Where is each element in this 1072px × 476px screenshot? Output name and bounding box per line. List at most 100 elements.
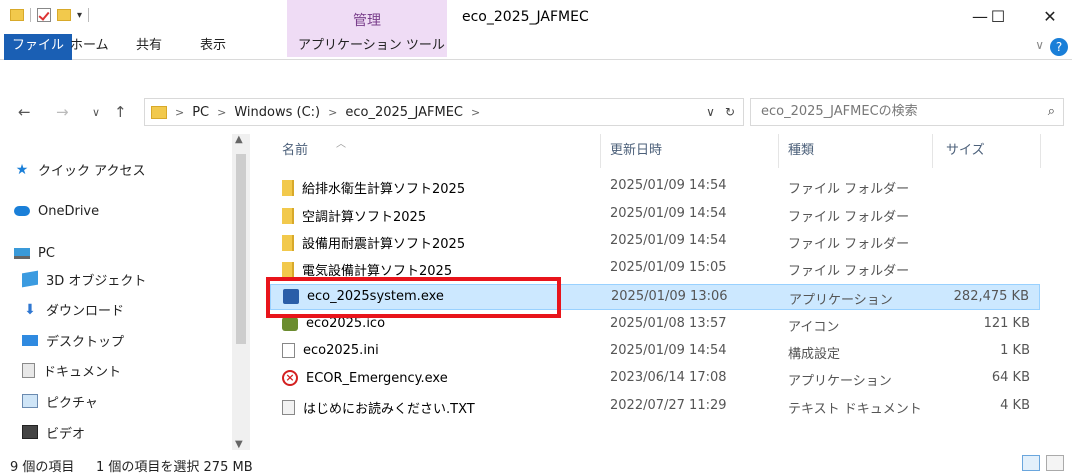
breadcrumb-separator: >	[217, 105, 227, 119]
file-name: 空調計算ソフト2025	[302, 210, 427, 225]
pc-icon	[14, 247, 30, 259]
status-bar: 9 個の項目 1 個の項目を選択 275 MB	[0, 452, 1072, 476]
nav-item-pictures[interactable]: ピクチャ	[22, 390, 98, 412]
list-item[interactable]: × ECOR_Emergency.exe 2023/06/14 17:08 アプリ…	[270, 366, 1040, 392]
file-type: アイコン	[788, 320, 840, 335]
nav-item-label: ダウンロード	[46, 303, 125, 319]
scroll-down-icon[interactable]: ▼	[235, 439, 243, 450]
expand-ribbon-icon[interactable]: ∨	[1035, 38, 1044, 52]
navigation-pane: ★ クイック アクセス OneDrive PC 3D オブジェクト ⬇ ダウンロ…	[0, 134, 232, 450]
separator	[30, 8, 31, 22]
breadcrumb-drive[interactable]: Windows (C:)	[234, 105, 320, 120]
nav-item-onedrive[interactable]: OneDrive	[14, 200, 99, 222]
nav-item-label: クイック アクセス	[38, 163, 146, 179]
address-history-dropdown-icon[interactable]: ∨	[706, 105, 715, 119]
tab-home[interactable]: ホーム	[62, 34, 117, 60]
address-bar[interactable]: > PC > Windows (C:) > eco_2025_JAFMEC > …	[144, 98, 744, 126]
file-type: ファイル フォルダー	[788, 264, 910, 279]
nav-item-desktop[interactable]: デスクトップ	[22, 329, 124, 351]
title-bar: ▾ 管理 eco_2025_JAFMEC — ☐ ✕	[0, 0, 1072, 57]
nav-item-3d-objects[interactable]: 3D オブジェクト	[22, 268, 146, 290]
list-item[interactable]: はじめにお読みください.TXT 2022/07/27 11:29 テキスト ドキ…	[270, 394, 1040, 420]
scroll-thumb[interactable]	[236, 154, 246, 344]
nav-item-label: ピクチャ	[46, 395, 98, 411]
back-button[interactable]: ←	[18, 103, 31, 121]
file-type: ファイル フォルダー	[788, 237, 910, 252]
ribbon-tabs: ファイル ホーム 共有 表示 アプリケーション ツール ∨ ?	[0, 34, 1072, 60]
file-date: 2025/01/08 13:57	[610, 316, 727, 331]
separator	[88, 8, 90, 22]
item-count: 9 個の項目	[10, 460, 75, 475]
folder-icon	[282, 234, 294, 251]
column-header-name[interactable]: 名前	[282, 134, 308, 168]
file-name: 給排水衛生計算ソフト2025	[302, 182, 466, 197]
customize-dropdown-icon[interactable]: ▾	[77, 10, 82, 21]
selection-info: 1 個の項目を選択 275 MB	[96, 460, 253, 475]
refresh-icon[interactable]: ↻	[725, 105, 735, 119]
new-folder-icon[interactable]	[57, 9, 71, 21]
column-header-size[interactable]: サイズ	[946, 134, 985, 168]
ico-file-icon	[282, 316, 298, 331]
maximize-button[interactable]: ☐	[978, 4, 1018, 30]
folder-icon	[282, 179, 294, 196]
help-icon[interactable]: ?	[1050, 38, 1068, 56]
nav-scrollbar[interactable]: ▲ ▼	[232, 134, 250, 450]
nav-item-quick-access[interactable]: ★ クイック アクセス	[14, 158, 146, 180]
list-item[interactable]: 設備用耐震計算ソフト2025 2025/01/09 14:54 ファイル フォル…	[270, 229, 1040, 255]
download-icon: ⬇	[24, 302, 36, 318]
document-icon	[22, 362, 35, 378]
nav-item-label: PC	[38, 245, 55, 261]
breadcrumb-pc[interactable]: PC	[192, 105, 209, 120]
list-item[interactable]: 空調計算ソフト2025 2025/01/09 14:54 ファイル フォルダー	[270, 202, 1040, 228]
up-button[interactable]: ↑	[114, 103, 127, 121]
tab-view[interactable]: 表示	[192, 34, 234, 60]
file-date: 2022/07/27 11:29	[610, 398, 727, 413]
list-item[interactable]: 給排水衛生計算ソフト2025 2025/01/09 14:54 ファイル フォル…	[270, 174, 1040, 200]
sort-ascending-icon: ︿	[336, 139, 346, 150]
tab-share[interactable]: 共有	[128, 34, 170, 60]
breadcrumb-separator: >	[175, 105, 185, 119]
column-header-type[interactable]: 種類	[788, 134, 814, 168]
file-date: 2025/01/09 14:54	[610, 233, 727, 248]
recent-locations-icon[interactable]: ∨	[92, 106, 100, 119]
column-divider[interactable]	[600, 134, 601, 168]
file-name: はじめにお読みください.TXT	[303, 402, 475, 417]
column-divider[interactable]	[1040, 134, 1041, 168]
properties-icon[interactable]	[37, 8, 51, 22]
column-header-date[interactable]: 更新日時	[610, 134, 662, 168]
nav-item-videos[interactable]: ビデオ	[22, 421, 85, 443]
nav-item-documents[interactable]: ドキュメント	[22, 359, 121, 381]
column-divider[interactable]	[778, 134, 779, 168]
text-file-icon	[282, 400, 295, 415]
nav-item-label: 3D オブジェクト	[46, 273, 147, 289]
breadcrumb-folder[interactable]: eco_2025_JAFMEC	[345, 105, 463, 120]
folder-icon[interactable]	[10, 9, 24, 21]
tab-application-tools[interactable]: アプリケーション ツール	[290, 34, 453, 60]
nav-item-downloads[interactable]: ⬇ ダウンロード	[22, 298, 124, 320]
file-name: eco2025.ico	[306, 316, 386, 331]
close-button[interactable]: ✕	[1030, 4, 1070, 30]
forward-button[interactable]: →	[56, 103, 69, 121]
file-size: 1 KB	[1000, 343, 1030, 358]
breadcrumb-separator: >	[328, 105, 338, 119]
nav-item-label: デスクトップ	[46, 334, 125, 350]
file-size: 4 KB	[1000, 398, 1030, 413]
star-icon: ★	[15, 162, 29, 178]
search-icon[interactable]: ⌕	[1048, 99, 1055, 125]
context-tab-label: 管理	[353, 13, 381, 29]
address-row: ← → ∨ ↑ > PC > Windows (C:) > eco_2025_J…	[0, 94, 1072, 130]
search-input[interactable]: eco_2025_JAFMECの検索 ⌕	[750, 98, 1064, 126]
nav-item-pc[interactable]: PC	[14, 242, 55, 264]
file-type: ファイル フォルダー	[788, 182, 910, 197]
cube-icon	[22, 270, 38, 288]
list-item[interactable]: eco2025.ini 2025/01/09 14:54 構成設定 1 KB	[270, 339, 1040, 365]
file-date: 2025/01/09 14:54	[610, 343, 727, 358]
folder-icon	[151, 105, 167, 119]
column-divider[interactable]	[932, 134, 933, 168]
file-type: テキスト ドキュメント	[788, 402, 922, 417]
details-view-icon[interactable]	[1022, 455, 1040, 471]
scroll-up-icon[interactable]: ▲	[235, 134, 243, 145]
file-date: 2025/01/09 13:06	[611, 289, 728, 304]
large-icons-view-icon[interactable]	[1046, 455, 1064, 471]
file-type: ファイル フォルダー	[788, 210, 910, 225]
